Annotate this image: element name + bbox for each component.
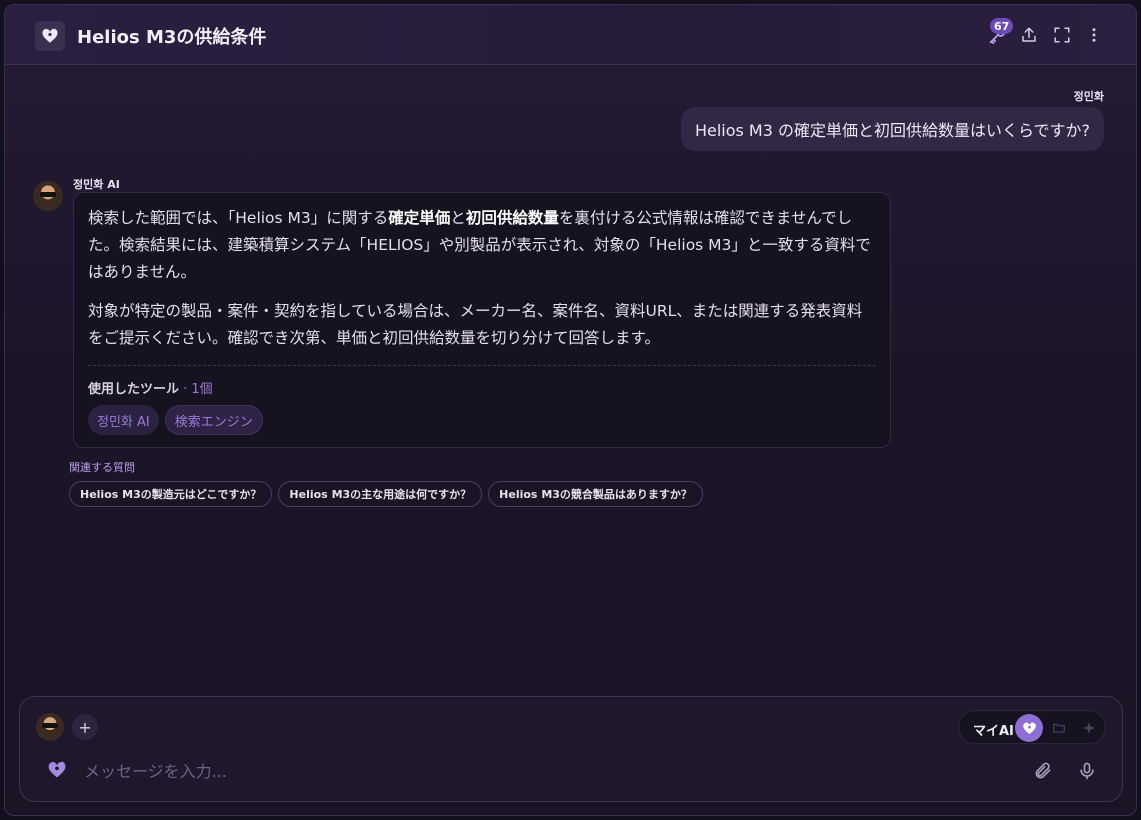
voice-input-button[interactable] [1075,759,1099,783]
heart-sparkle-icon [1022,722,1036,734]
avatar-glasses [40,192,56,197]
fullscreen-button[interactable] [1050,23,1074,47]
ai-paragraph-1: 検索した範囲では、「Helios M3」に関する確定単価と初回供給数量を裏付ける… [88,205,876,286]
ai-mode-switch: マイAI [958,710,1106,744]
ai-input-icon [46,759,68,781]
related-questions: Helios M3の製造元はどこですか？ Helios M3の主な用途は何ですか… [69,481,703,507]
my-ai-mode-button[interactable] [1015,714,1043,742]
message-composer: + マイAI [19,696,1123,802]
ai-text-segment: と [450,209,466,227]
plus-icon: + [78,717,92,737]
key-count-badge: 67 [990,18,1014,34]
divider [88,365,876,366]
my-ai-label: マイAI [973,724,1014,739]
related-question-3[interactable]: Helios M3の競合製品はありますか？ [488,481,703,507]
user-message-text: Helios M3 の確定単価と初回供給数量はいくらですか? [694,121,1090,140]
user-message-bubble: Helios M3 の確定単価と初回供給数量はいくらですか? [680,107,1104,151]
ai-bold-segment: 初回供給数量 [465,209,559,227]
add-attachment-button[interactable]: + [72,714,98,740]
tool-chips: 정민화 AI 検索エンジン [88,405,876,435]
related-question-2[interactable]: Helios M3の主な用途は何ですか？ [278,481,483,507]
sparkle-mode-button[interactable] [1075,714,1103,742]
tools-used-label: 使用したツール [88,382,180,397]
expand-icon [1054,27,1070,43]
message-input[interactable] [84,757,964,785]
folder-mode-button[interactable] [1045,714,1073,742]
sparkle-icon [1083,722,1095,734]
paperclip-icon [1035,762,1051,779]
user-sender-name: 정민화 [1073,90,1104,103]
related-questions-label: 関連する質問 [69,461,135,474]
heart-sparkle-icon [42,28,58,43]
tools-used-count: · 1個 [179,382,213,397]
avatar-glasses [42,723,58,728]
tool-chip-ai[interactable]: 정민화 AI [88,405,159,435]
ai-text-segment: 検索した範囲では、「Helios M3」に関する [88,209,389,227]
ai-avatar [33,181,63,211]
microphone-icon [1080,762,1094,780]
heart-sparkle-icon [48,760,66,778]
attach-file-button[interactable] [1031,759,1055,783]
app-icon[interactable] [35,21,65,51]
tool-chip-search-engine[interactable]: 検索エンジン [164,405,263,435]
folder-icon [1053,723,1065,733]
ai-sender-name: 정민화 AI [73,178,120,191]
ai-bold-segment: 確定単価 [388,209,451,227]
chat-header: Helios M3の供給条件 67 [5,5,1136,65]
related-question-1[interactable]: Helios M3の製造元はどこですか？ [69,481,273,507]
ai-message-bubble: 検索した範囲では、「Helios M3」に関する確定単価と初回供給数量を裏付ける… [73,192,891,448]
composer-user-avatar[interactable] [36,713,64,741]
more-options-button[interactable] [1082,23,1106,47]
page-title: Helios M3の供給条件 [77,27,267,48]
share-button[interactable] [1017,23,1041,47]
tools-used-line: 使用したツール · 1個 [88,378,876,397]
upload-icon [1022,27,1036,42]
ai-paragraph-2: 対象が特定の製品・案件・契約を指している場合は、メーカー名、案件名、資料URL、… [88,302,863,347]
chat-window: Helios M3の供給条件 67 정민화 Helios M3 の確定単価と初回… [4,4,1137,816]
more-vertical-icon [1092,28,1096,42]
